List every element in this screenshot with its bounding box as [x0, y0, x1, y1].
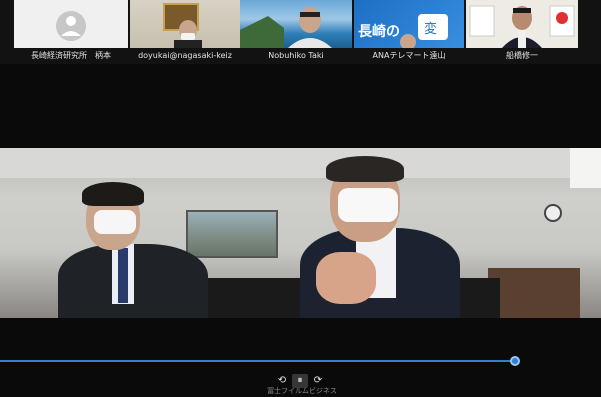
face-mask: [94, 210, 136, 234]
camera-feed: [163, 3, 202, 48]
tile-sign-text: 長崎の: [358, 23, 400, 40]
participant-tile[interactable]: 長崎の 変 ANAテレマート遠山: [354, 0, 464, 64]
room-ceiling: [0, 148, 601, 178]
playback-controls: ⟲ ⏸ ⟳ 冨士フイルムビジネス: [248, 374, 356, 397]
video-caption: 冨士フイルムビジネス: [267, 387, 337, 395]
room-window: [570, 148, 601, 188]
camera-feed: [469, 5, 575, 48]
camera-feed: 長崎の 変: [358, 14, 448, 48]
participant-video: [466, 0, 578, 48]
trophy-shelf: [488, 268, 580, 318]
hair: [326, 156, 404, 182]
wall-painting: [186, 210, 278, 258]
camera-feed: [240, 7, 332, 48]
participant-video: [14, 0, 128, 48]
participant-tile[interactable]: 船橋修一: [466, 0, 578, 64]
participant-tile[interactable]: Nobuhiko Taki: [240, 0, 352, 64]
active-speaker-video[interactable]: [0, 148, 601, 318]
participant-video: 長崎の 変: [354, 0, 464, 48]
participant-video: [240, 0, 352, 48]
progress-handle[interactable]: [510, 356, 521, 366]
participant-tile[interactable]: doyukai@nagasaki-keiz: [130, 0, 240, 64]
participant-tile[interactable]: 長崎経済研究所 柄本: [14, 0, 128, 64]
tile-sign-glyph: 変: [424, 21, 437, 37]
participant-name: 船橋修一: [466, 48, 578, 64]
participant-video: [130, 0, 240, 48]
participant-name: ANAテレマート遠山: [354, 48, 464, 64]
avatar-placeholder-icon: [56, 11, 86, 41]
hand: [316, 252, 376, 304]
face-mask: [338, 188, 398, 222]
hair: [82, 182, 144, 206]
participant-name: Nobuhiko Taki: [240, 48, 352, 64]
wall-clock-icon: [544, 204, 562, 222]
participant-name: doyukai@nagasaki-keiz: [130, 48, 240, 64]
participant-name: 長崎経済研究所 柄本: [14, 48, 128, 64]
participant-strip: 長崎経済研究所 柄本 doyukai@nagasaki-keiz Nobuhik…: [0, 0, 601, 64]
playback-progress-bar[interactable]: [0, 360, 516, 362]
tie: [118, 248, 128, 303]
